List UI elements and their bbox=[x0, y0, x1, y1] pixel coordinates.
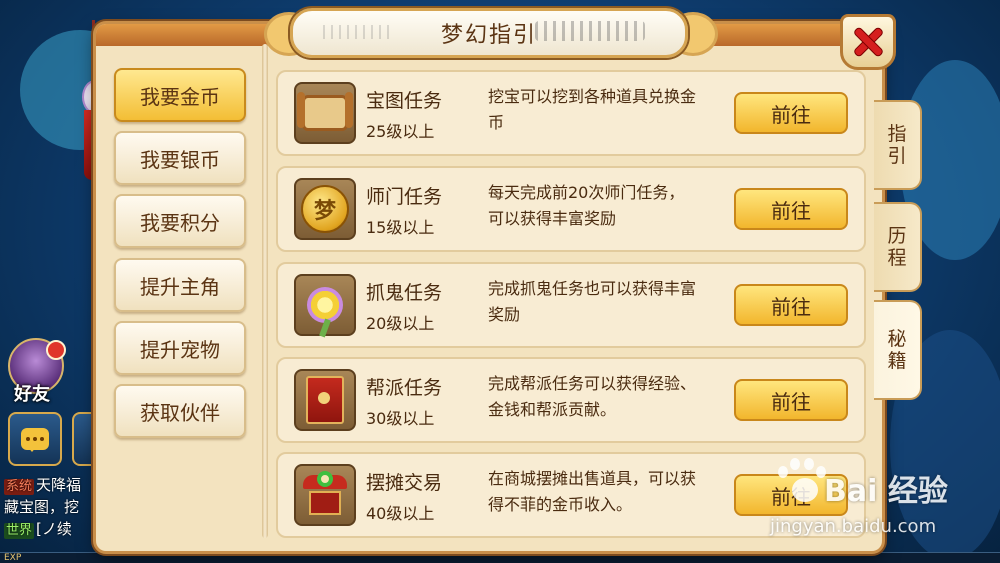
chat-line: 天降福 bbox=[36, 476, 82, 494]
tab-label-char: 引 bbox=[887, 145, 907, 167]
tab-label-char: 籍 bbox=[887, 350, 907, 372]
task-description: 在商城摆摊出售道具，可以获得不菲的金币收入。 bbox=[488, 469, 697, 514]
menu-item-silver[interactable]: 我要银币 bbox=[114, 131, 246, 185]
go-button[interactable]: 前往 bbox=[734, 379, 848, 421]
menu-item-partner[interactable]: 获取伙伴 bbox=[114, 384, 246, 438]
tab-history[interactable]: 历 程 bbox=[874, 202, 922, 292]
task-level: 15级以上 bbox=[366, 218, 435, 237]
task-description: 挖宝可以挖到各种道具兑换金币 bbox=[488, 87, 697, 132]
task-name: 抓鬼任务 bbox=[366, 282, 443, 304]
task-level: 20级以上 bbox=[366, 314, 435, 333]
task-name: 帮派任务 bbox=[366, 377, 443, 399]
title-plate: 梦幻指引 bbox=[290, 8, 688, 58]
panel-divider bbox=[262, 44, 268, 538]
task-row: 抓鬼任务 20级以上 完成抓鬼任务也可以获得丰富奖励 前往 bbox=[276, 262, 866, 348]
market-stall-icon bbox=[294, 464, 356, 526]
task-name: 摆摊交易 bbox=[366, 472, 443, 494]
chat-log: 系统 天降福 藏宝图，挖 世界 [ノ续 bbox=[4, 474, 100, 540]
task-row: 帮派任务 30级以上 完成帮派任务可以获得经验、金钱和帮派贡献。 前往 bbox=[276, 357, 866, 443]
task-description: 完成帮派任务可以获得经验、金钱和帮派贡献。 bbox=[488, 374, 697, 419]
menu-item-gold[interactable]: 我要金币 bbox=[114, 68, 246, 122]
menu-item-pet[interactable]: 提升宠物 bbox=[114, 321, 246, 375]
go-button[interactable]: 前往 bbox=[734, 92, 848, 134]
pendant-cord bbox=[92, 20, 95, 80]
go-button[interactable]: 前往 bbox=[734, 284, 848, 326]
ink-landscape-decoration bbox=[535, 21, 645, 41]
close-button[interactable] bbox=[840, 14, 896, 70]
exp-bar bbox=[0, 552, 1000, 563]
tab-secrets[interactable]: 秘 籍 bbox=[874, 300, 922, 400]
notification-dot bbox=[46, 340, 66, 360]
chat-line: 藏宝图，挖 bbox=[4, 498, 80, 516]
task-row: 摆摊交易 40级以上 在商城摆摊出售道具，可以获得不菲的金币收入。 前往 bbox=[276, 452, 866, 538]
tab-label-char: 程 bbox=[887, 247, 907, 269]
menu-item-points[interactable]: 我要积分 bbox=[114, 194, 246, 248]
go-button[interactable]: 前往 bbox=[734, 188, 848, 230]
task-level: 40级以上 bbox=[366, 504, 435, 523]
chat-bubble-icon bbox=[21, 428, 49, 452]
task-name: 师门任务 bbox=[366, 186, 443, 208]
channel-tag-world: 世界 bbox=[4, 523, 35, 539]
chat-button[interactable] bbox=[8, 412, 62, 466]
tab-guide[interactable]: 指 引 bbox=[874, 100, 922, 190]
tab-label-char: 指 bbox=[887, 123, 907, 145]
guild-banner-icon bbox=[294, 369, 356, 431]
tab-label-char: 秘 bbox=[887, 328, 907, 350]
task-description: 完成抓鬼任务也可以获得丰富奖励 bbox=[488, 279, 697, 324]
channel-tag-system: 系统 bbox=[4, 479, 35, 495]
close-icon bbox=[854, 28, 882, 56]
ink-landscape-decoration bbox=[323, 25, 393, 39]
task-name: 宝图任务 bbox=[366, 90, 443, 112]
menu-item-hero[interactable]: 提升主角 bbox=[114, 258, 246, 312]
task-description: 每天完成前20次师门任务，可以获得丰富奖励 bbox=[488, 183, 685, 228]
exp-label: EXP bbox=[4, 553, 22, 563]
friend-label: 好友 bbox=[14, 384, 50, 405]
go-button[interactable]: 前往 bbox=[734, 474, 848, 516]
gold-coin-icon: 梦 bbox=[294, 178, 356, 240]
tab-label-char: 历 bbox=[887, 225, 907, 247]
task-row: 梦 师门任务 15级以上 每天完成前20次师门任务，可以获得丰富奖励 前往 bbox=[276, 166, 866, 252]
task-row: 宝图任务 25级以上 挖宝可以挖到各种道具兑换金币 前往 bbox=[276, 70, 866, 156]
task-level: 30级以上 bbox=[366, 409, 435, 428]
treasure-map-icon bbox=[294, 82, 356, 144]
window-title: 梦幻指引 bbox=[440, 23, 537, 48]
task-level: 25级以上 bbox=[366, 122, 435, 141]
flower-wand-icon bbox=[294, 274, 356, 336]
chat-line: [ノ续 bbox=[36, 520, 72, 538]
